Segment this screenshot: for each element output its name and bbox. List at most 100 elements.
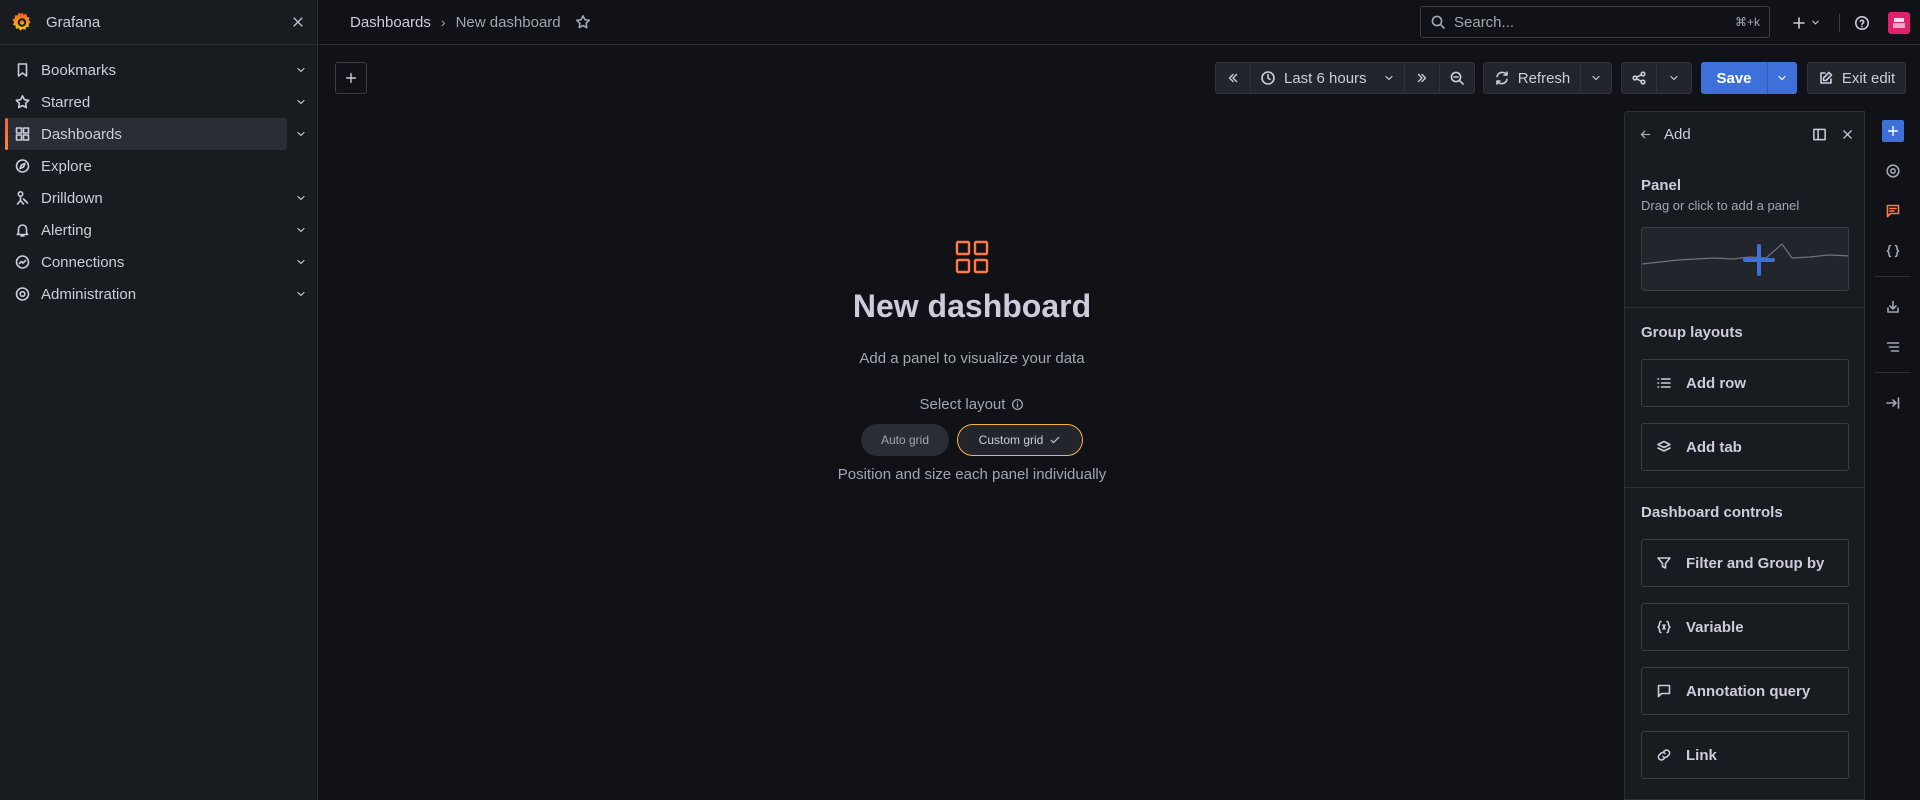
sidebar-item-bookmarks[interactable]: Bookmarks <box>0 54 317 86</box>
rail-outline-list-button[interactable] <box>1882 336 1904 358</box>
time-range-back-button[interactable] <box>1215 62 1251 94</box>
gear-icon <box>15 287 30 301</box>
refresh-button[interactable]: Refresh <box>1483 62 1581 94</box>
layers-icon <box>1657 440 1671 452</box>
save-button[interactable]: Save <box>1701 62 1767 94</box>
variable-button[interactable]: Variable <box>1641 603 1849 651</box>
filter-icon <box>1657 557 1671 569</box>
refresh-interval-picker[interactable] <box>1580 62 1612 94</box>
compass-icon <box>15 159 30 173</box>
chevron-down-icon[interactable] <box>295 256 307 268</box>
filter-group-by-label: Filter and Group by <box>1686 554 1825 572</box>
divider <box>1625 307 1864 308</box>
close-pane-button[interactable] <box>1841 128 1854 141</box>
chevron-down-icon[interactable] <box>295 128 307 140</box>
avatar[interactable] <box>1888 11 1910 34</box>
chevron-down-icon[interactable] <box>295 64 307 76</box>
back-button[interactable] <box>1639 128 1652 141</box>
plus-icon <box>1887 125 1899 137</box>
rail-collapse-button[interactable] <box>1882 392 1904 414</box>
chevron-down-icon <box>1812 20 1819 25</box>
main-nav: Bookmarks Starred Dashboards Explore Dri… <box>0 45 317 310</box>
arrow-left-icon <box>1640 130 1651 139</box>
columns-icon <box>1813 128 1826 141</box>
custom-grid-option[interactable]: Custom grid <box>957 424 1083 456</box>
sidebar-item-connections[interactable]: Connections <box>0 246 317 278</box>
add-pane-title: Add <box>1664 126 1691 143</box>
sidebar-item-drilldown[interactable]: Drilldown <box>0 182 317 214</box>
sidebar-item-starred[interactable]: Starred <box>0 86 317 118</box>
new-menu-button[interactable] <box>1791 15 1821 31</box>
search-input[interactable]: Search... ⌘+k <box>1420 6 1770 38</box>
breadcrumb-separator: › <box>440 14 446 30</box>
edit-pane-rail <box>1864 111 1920 800</box>
share-options-button[interactable] <box>1656 62 1692 94</box>
topbar-actions <box>1791 0 1920 45</box>
empty-state-title: New dashboard <box>852 288 1092 324</box>
annotation-query-label: Annotation query <box>1686 682 1811 700</box>
variable-label: Variable <box>1686 618 1744 636</box>
dashboard-controls-section: Dashboard controls Filter and Group by V… <box>1625 504 1864 779</box>
chevron-down-icon[interactable] <box>295 96 307 108</box>
zoom-out-icon <box>1450 71 1464 85</box>
breadcrumb-dashboards-link[interactable]: Dashboards <box>350 14 431 31</box>
layout-description: Position and size each panel individuall… <box>837 466 1107 483</box>
bookmark-icon <box>17 63 28 77</box>
rail-add-button[interactable] <box>1882 120 1904 142</box>
select-layout-text: Select layout <box>919 396 1006 413</box>
sidebar-item-label: Drilldown <box>41 189 103 207</box>
annotation-query-button[interactable]: Annotation query <box>1641 667 1849 715</box>
sidebar-item-label: Dashboards <box>41 125 122 143</box>
add-row-label: Add row <box>1686 374 1746 392</box>
sidebar-item-dashboards[interactable]: Dashboards <box>0 118 317 150</box>
info-icon[interactable] <box>1011 398 1024 411</box>
save-label: Save <box>1716 69 1752 87</box>
chevron-down-icon[interactable] <box>295 224 307 236</box>
time-range-forward-button[interactable] <box>1404 62 1440 94</box>
mark-favorite-button[interactable] <box>575 14 591 30</box>
cog-icon <box>1886 164 1900 178</box>
add-row-button[interactable]: Add row <box>1641 359 1849 407</box>
dock-toggle-button[interactable] <box>1812 127 1827 142</box>
rail-settings-button[interactable] <box>1882 160 1904 182</box>
list-ui-icon <box>1886 342 1900 352</box>
comment-alt-icon <box>1886 204 1900 218</box>
sidebar-item-label: Administration <box>41 285 137 303</box>
exit-edit-button[interactable]: Exit edit <box>1807 62 1906 94</box>
close-menu-button[interactable] <box>291 15 305 29</box>
panel-section: Panel Drag or click to add a panel <box>1625 157 1864 291</box>
sidebar: Grafana Bookmarks Starred Dashboards Exp… <box>0 0 318 800</box>
chevrons-left-icon <box>1228 73 1238 83</box>
zoom-out-button[interactable] <box>1439 62 1475 94</box>
group-layouts-heading: Group layouts <box>1641 324 1743 341</box>
select-layout-label: Select layout <box>920 396 1025 413</box>
rail-json-button[interactable] <box>1882 240 1904 262</box>
time-range-picker[interactable]: Last 6 hours <box>1250 62 1405 94</box>
sidebar-header: Grafana <box>0 0 317 45</box>
sidebar-item-label: Bookmarks <box>41 61 117 79</box>
sidebar-item-administration[interactable]: Administration <box>0 278 317 310</box>
chevron-down-icon[interactable] <box>295 288 307 300</box>
save-options-button[interactable] <box>1767 62 1797 94</box>
add-button[interactable] <box>335 62 367 94</box>
auto-grid-option[interactable]: Auto grid <box>861 424 949 456</box>
grafana-logo-icon[interactable] <box>10 10 34 34</box>
search-shortcut: ⌘+k <box>1734 15 1760 29</box>
add-panel-preview[interactable] <box>1641 227 1849 291</box>
rail-outline-button[interactable] <box>1882 200 1904 222</box>
add-tab-button[interactable]: Add tab <box>1641 423 1849 471</box>
sidebar-item-explore[interactable]: Explore <box>0 150 317 182</box>
link-icon <box>1657 749 1671 761</box>
sidebar-item-label: Connections <box>41 253 125 271</box>
search-placeholder: Search... <box>1454 13 1515 31</box>
chevron-down-icon[interactable] <box>295 192 307 204</box>
link-button[interactable]: Link <box>1641 731 1849 779</box>
filter-group-by-button[interactable]: Filter and Group by <box>1641 539 1849 587</box>
share-icon <box>1632 71 1646 85</box>
sidebar-item-alerting[interactable]: Alerting <box>0 214 317 246</box>
help-button[interactable] <box>1854 15 1870 31</box>
edit-icon <box>1820 71 1833 84</box>
share-button[interactable] <box>1621 62 1657 94</box>
active-item-indicator <box>5 118 8 150</box>
rail-import-button[interactable] <box>1882 296 1904 318</box>
